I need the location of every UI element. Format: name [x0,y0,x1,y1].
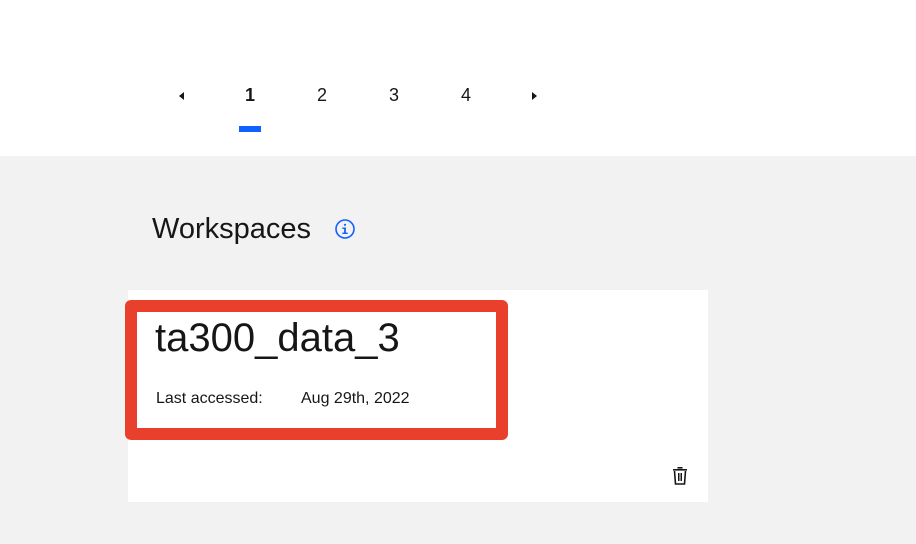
delete-workspace-button[interactable] [668,464,692,488]
page-3-button[interactable]: 3 [380,84,408,106]
section-title: Workspaces [152,213,312,245]
trash-icon [673,467,687,485]
last-accessed-label: Last accessed: [156,390,263,407]
caret-left-icon [179,92,184,100]
workspace-name: ta300_data_3 [155,316,400,360]
page-1-button[interactable]: 1 [236,84,264,106]
info-icon[interactable] [334,218,356,240]
workspace-card[interactable]: ta300_data_3 Last accessed: Aug 29th, 20… [125,290,708,502]
page-2-button[interactable]: 2 [308,84,336,106]
pagination-bar: 1 2 3 4 [0,0,916,156]
page-4-button[interactable]: 4 [452,84,480,106]
caret-right-icon [532,92,537,100]
last-accessed-value: Aug 29th, 2022 [301,390,410,407]
workspaces-section: Workspaces ta300_data_3 Last accessed: A… [0,156,916,544]
next-page-button[interactable] [526,88,542,104]
active-page-indicator [239,126,261,132]
prev-page-button[interactable] [174,88,190,104]
